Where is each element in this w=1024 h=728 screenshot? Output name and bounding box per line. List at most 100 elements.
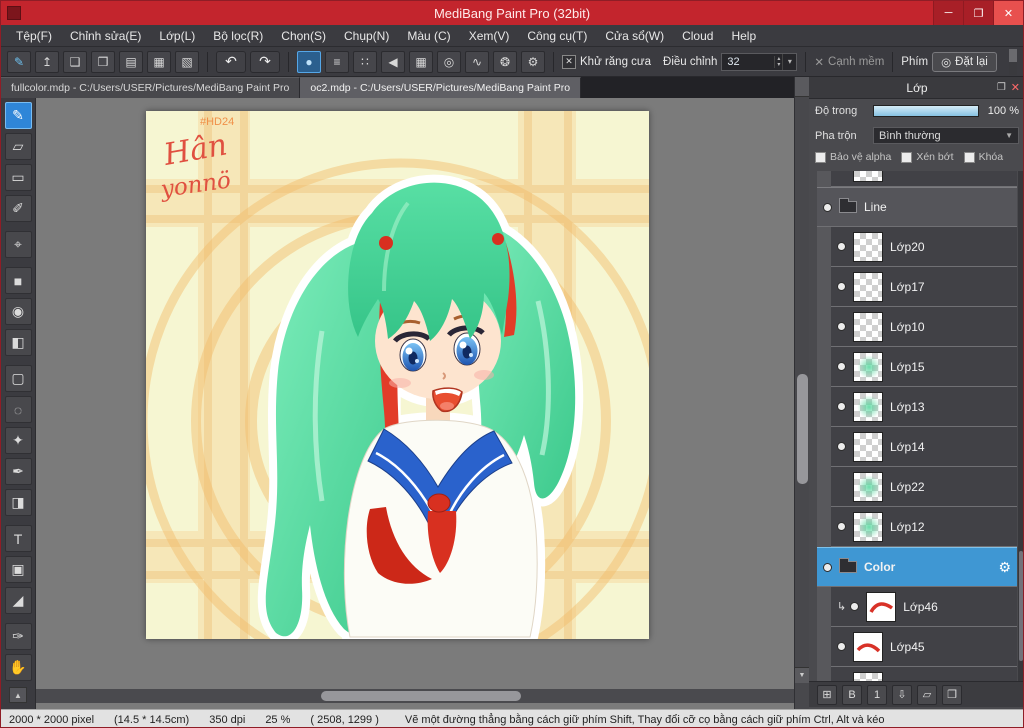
scrollbar-bottom-button[interactable]: ▼ (795, 667, 809, 683)
flat-brush-tip-icon[interactable]: ≡ (325, 50, 349, 73)
add-folder-button[interactable]: ▱ (917, 684, 937, 705)
horizontal-scrollbar[interactable] (36, 689, 794, 703)
layer-row[interactable]: Lớp15 (831, 347, 1017, 387)
tool-text[interactable]: T (4, 525, 32, 552)
reset-button[interactable]: ◎ Đặt lại (932, 51, 997, 72)
menu-item-view[interactable]: Xem(V) (460, 25, 519, 46)
comment-filled-icon[interactable]: ❒ (91, 50, 115, 73)
close-button[interactable]: ✕ (993, 1, 1023, 25)
visibility-dot[interactable] (837, 442, 846, 451)
vertical-scrollbar[interactable]: ▼ (794, 77, 809, 709)
tool-brush[interactable]: ✎ (4, 102, 32, 129)
adjust-field[interactable]: ▴ ▾ ▾ (721, 52, 798, 71)
layer-row[interactable]: Lớp14 (831, 427, 1017, 467)
tool-select-all[interactable]: ■ (4, 267, 32, 294)
document-canvas[interactable]: #HD24 Hân yonnö (146, 111, 649, 639)
spinner[interactable]: ▴ ▾ (774, 55, 782, 68)
toolstrip-scroll-button[interactable]: ▲ (9, 687, 27, 703)
tool-transform[interactable]: ▣ (4, 556, 32, 583)
tool-marquee[interactable]: ▢ (4, 365, 32, 392)
visibility-dot[interactable] (837, 362, 846, 371)
visibility-dot[interactable] (837, 522, 846, 531)
minimize-button[interactable]: ─ (933, 1, 963, 25)
visibility-dot[interactable] (837, 242, 846, 251)
layer-list[interactable]: Line Lớp20 Lớp17 Lớp10 Lớp15 Lớp13 Lớp14… (817, 171, 1017, 681)
visibility-dot[interactable] (837, 402, 846, 411)
menu-item-help[interactable]: Help (722, 25, 765, 46)
visibility-dot[interactable] (837, 642, 846, 651)
layer-list-scrollbar[interactable] (1018, 171, 1023, 681)
undo-button[interactable]: ↶ (216, 50, 246, 73)
duplicate-layer-button[interactable]: ❐ (942, 684, 962, 705)
tool-magic-wand[interactable]: ✦ (4, 427, 32, 454)
spinner-down-icon[interactable]: ▾ (777, 62, 780, 68)
concentric-icon[interactable]: ◎ (437, 50, 461, 73)
adjust-input[interactable] (722, 55, 775, 68)
menu-item-color[interactable]: Màu (C) (398, 25, 459, 46)
layer-folder-row[interactable]: Line (817, 187, 1017, 227)
menu-item-filter[interactable]: Bộ lọc(R) (204, 25, 272, 46)
menu-item-file[interactable]: Tệp(F) (7, 25, 61, 46)
layer-row-partial[interactable] (831, 667, 1017, 681)
visibility-dot[interactable] (837, 282, 846, 291)
menu-item-snap[interactable]: Chụp(N) (335, 25, 398, 46)
tab-fullcolor[interactable]: fullcolor.mdp - C:/Users/USER/Pictures/M… (1, 77, 301, 98)
layer-row[interactable]: Lớp17 (831, 267, 1017, 307)
tool-hand[interactable]: ✋ (4, 654, 32, 681)
titlebar[interactable]: MediBang Paint Pro (32bit) ─ ❐ ✕ (1, 1, 1023, 25)
menu-item-window[interactable]: Cửa sổ(W) (596, 25, 673, 46)
visibility-dot[interactable] (850, 602, 860, 611)
menu-item-cloud[interactable]: Cloud (673, 25, 722, 46)
tool-pen[interactable]: ✑ (4, 623, 32, 650)
menu-item-layer[interactable]: Lớp(L) (150, 25, 204, 46)
artwork[interactable]: #HD24 Hân yonnö (146, 111, 649, 639)
panels-icon[interactable]: ▧ (175, 50, 199, 73)
curve-icon[interactable]: ∿ (465, 50, 489, 73)
tool-eraser[interactable]: ▱ (4, 133, 32, 160)
menu-item-select[interactable]: Chọn(S) (272, 25, 335, 46)
soft-edge-label[interactable]: Cạnh mềm (828, 56, 884, 68)
vertical-scrollbar-handle[interactable] (797, 374, 808, 484)
pages-icon[interactable]: ▤ (119, 50, 143, 73)
add-1bit-layer-button[interactable]: 1 (867, 684, 887, 705)
blend-dropdown[interactable]: Bình thường ▼ (873, 127, 1019, 144)
merge-down-button[interactable]: ⇩ (892, 684, 912, 705)
canvas-area[interactable]: #HD24 Hân yonnö (36, 98, 794, 709)
layer-row[interactable]: ↳ Lớp46 (831, 587, 1017, 627)
lock-checkbox[interactable]: Khóa (963, 151, 1003, 163)
tool-select-eraser[interactable]: ◨ (4, 489, 32, 516)
visibility-dot[interactable] (837, 322, 846, 331)
adjust-dropdown-icon[interactable]: ▾ (782, 53, 796, 70)
halftone-icon[interactable]: ▦ (409, 50, 433, 73)
comment-icon[interactable]: ❑ (63, 50, 87, 73)
layer-folder-row-selected[interactable]: Color ⚙ (817, 547, 1017, 587)
layers-panel-header[interactable]: Lớp ❐ ✕ (809, 77, 1023, 99)
panel-close-icon[interactable]: ✕ (1011, 81, 1020, 94)
layer-row[interactable]: Lớp10 (831, 307, 1017, 347)
menu-item-tools[interactable]: Công cụ(T) (518, 25, 596, 46)
antialias-checkbox[interactable]: ✕ (562, 54, 576, 69)
layer-row[interactable]: Lớp13 (831, 387, 1017, 427)
horizontal-scrollbar-handle[interactable] (321, 691, 521, 701)
dot-brush-tip-icon[interactable]: ∷ (353, 50, 377, 73)
clipping-checkbox[interactable]: Xén bớt (901, 151, 954, 163)
round-brush-tip-icon[interactable]: ● (297, 50, 321, 73)
toolbar-overflow-scrollbar[interactable] (1009, 48, 1017, 75)
tool-move[interactable]: ⌖ (4, 231, 32, 258)
brush-presets-icon[interactable]: ✎ (7, 50, 31, 73)
tool-shape-brush[interactable]: ▭ (4, 164, 32, 191)
tab-oc2[interactable]: oc2.mdp - C:/Users/USER/Pictures/MediBan… (300, 77, 582, 98)
opacity-slider[interactable] (873, 105, 979, 117)
upload-icon[interactable]: ↥ (35, 50, 59, 73)
brush-settings-gear-icon[interactable]: ⚙ (521, 50, 545, 73)
visibility-dot[interactable] (823, 202, 832, 212)
gear-icon[interactable]: ⚙ (998, 559, 1011, 576)
tool-lasso[interactable]: ◌ (4, 396, 32, 423)
redo-button[interactable]: ↷ (250, 50, 280, 73)
pages-grid-icon[interactable]: ▦ (147, 50, 171, 73)
tool-select-pen[interactable]: ✒ (4, 458, 32, 485)
add-layer-button[interactable]: ⊞ (817, 684, 837, 705)
symmetry-icon[interactable]: ❂ (493, 50, 517, 73)
layer-row-partial[interactable] (831, 171, 1017, 187)
layer-row[interactable]: Lớp22 (831, 467, 1017, 507)
